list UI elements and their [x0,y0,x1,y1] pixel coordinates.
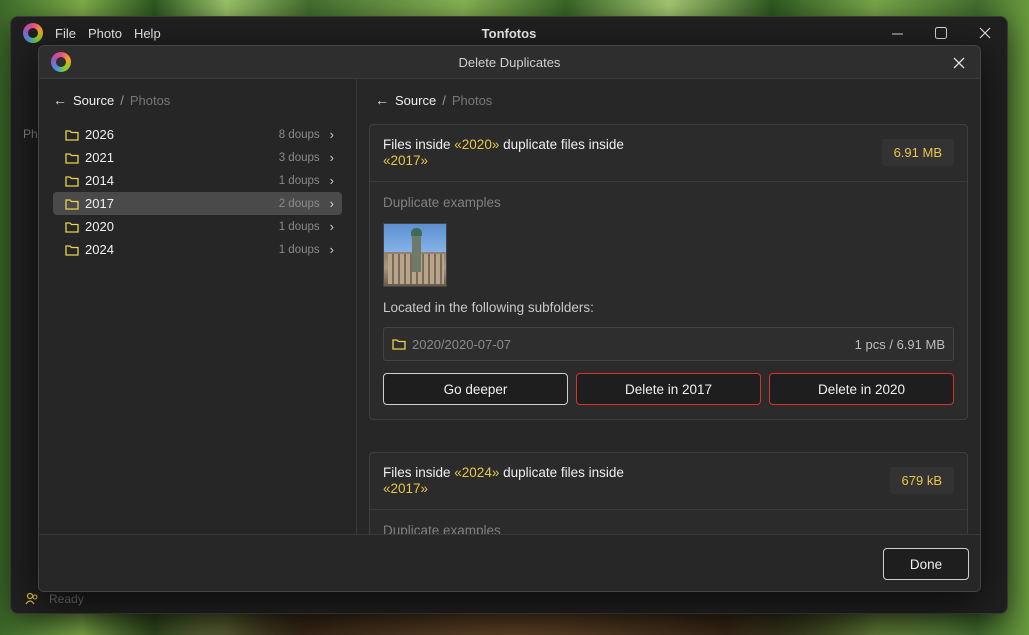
card-title-middle: duplicate files inside [499,137,624,152]
minimize-icon [891,33,903,34]
breadcrumb-separator: / [442,92,446,108]
folder-icon [65,244,79,256]
close-icon [979,27,991,39]
dialog-title: Delete Duplicates [458,54,561,70]
folder-count: 2 doups [278,197,320,210]
breadcrumb-source[interactable]: Source [395,93,436,108]
folder-count: 3 doups [278,151,320,164]
breadcrumb-source[interactable]: Source [73,93,114,108]
divider [370,509,967,510]
card-source-folder: «2020» [454,137,500,152]
delete-in-2017-button[interactable]: Delete in 2017 [576,373,761,405]
card-title-prefix: Files inside [383,137,455,152]
folder-row-2024[interactable]: 2024 1 doups › [53,238,342,261]
menu-photo[interactable]: Photo [88,26,122,41]
chevron-right-icon: › [329,150,334,165]
folder-count: 8 doups [278,128,320,141]
app-logo-icon [23,23,43,43]
back-arrow-icon[interactable]: ← [375,92,389,108]
size-badge: 679 kB [889,467,954,494]
dialog-footer: Done [39,534,980,591]
duplicate-card: Files inside «2020» duplicate files insi… [369,124,968,420]
folder-icon [65,221,79,233]
dialog-body: ← Source / Photos 2026 8 doups › 2021 3 … [39,79,980,534]
folder-row-2020[interactable]: 2020 1 doups › [53,215,342,238]
duplicate-examples-label: Duplicate examples [383,523,501,534]
subfolder-row[interactable]: 2020/2020-07-07 1 pcs / 6.91 MB [383,327,954,361]
folder-row-2014[interactable]: 2014 1 doups › [53,169,342,192]
delete-duplicates-dialog: Delete Duplicates ← Source / Photos 2026… [38,45,981,592]
status-text: Ready [49,592,84,606]
duplicate-examples-label: Duplicate examples [383,195,501,210]
folder-row-2017[interactable]: 2017 2 doups › [53,192,342,215]
duplicate-thumbnail[interactable] [383,223,447,287]
breadcrumb-photos: Photos [451,92,493,108]
card-target-folder: «2017» [383,153,429,168]
chevron-right-icon: › [329,127,334,142]
folder-icon [65,152,79,164]
folder-name: 2026 [85,127,114,142]
duplicate-card: Files inside «2024» duplicate files insi… [369,452,968,534]
folder-pane: ← Source / Photos 2026 8 doups › 2021 3 … [39,79,357,534]
breadcrumb-photos: Photos [129,92,171,108]
folder-count: 1 doups [278,220,320,233]
subfolder-stats: 1 pcs / 6.91 MB [854,336,945,352]
breadcrumb: ← Source / Photos [369,79,968,121]
dialog-close-button[interactable] [948,52,970,74]
folder-icon [65,175,79,187]
folder-list: 2026 8 doups › 2021 3 doups › 2014 1 dou… [53,123,342,261]
folder-row-2026[interactable]: 2026 8 doups › [53,123,342,146]
chevron-right-icon: › [329,219,334,234]
folder-name: 2017 [85,196,114,211]
menu-help[interactable]: Help [134,26,161,41]
divider [370,181,967,182]
card-title: Files inside «2024» duplicate files insi… [383,465,624,497]
menu-bar: File Photo Help [55,26,161,41]
card-source-folder: «2024» [454,465,500,480]
size-badge: 6.91 MB [881,139,954,166]
folder-name: 2024 [85,242,114,257]
duplicates-pane[interactable]: ← Source / Photos Files inside «2020» du… [357,79,980,534]
card-title-prefix: Files inside [383,465,455,480]
breadcrumb-separator: / [120,92,124,108]
sidebar-section-label: Ph [23,127,38,141]
folder-row-2021[interactable]: 2021 3 doups › [53,146,342,169]
subfolder-path: 2020/2020-07-07 [412,336,512,352]
chevron-right-icon: › [329,242,334,257]
card-header: Files inside «2020» duplicate files insi… [383,137,954,169]
go-deeper-button[interactable]: Go deeper [383,373,568,405]
card-target-folder: «2017» [383,481,429,496]
folder-name: 2021 [85,150,114,165]
breadcrumb: ← Source / Photos [53,79,342,121]
app-logo-icon [51,52,71,72]
folder-icon [392,339,406,350]
back-arrow-icon[interactable]: ← [53,92,67,108]
chevron-right-icon: › [329,196,334,211]
chevron-right-icon: › [329,173,334,188]
delete-in-2020-button[interactable]: Delete in 2020 [769,373,954,405]
card-title: Files inside «2020» duplicate files insi… [383,137,624,169]
done-button[interactable]: Done [883,548,969,580]
card-title-middle: duplicate files inside [499,465,624,480]
folder-name: 2014 [85,173,114,188]
dialog-titlebar: Delete Duplicates [39,46,980,79]
menu-file[interactable]: File [55,26,76,41]
folder-icon [65,198,79,210]
card-header: Files inside «2024» duplicate files insi… [383,465,954,497]
people-icon [25,592,38,605]
card-actions: Go deeper Delete in 2017 Delete in 2020 [383,373,954,405]
folder-count: 1 doups [278,174,320,187]
folder-icon [65,129,79,141]
folder-name: 2020 [85,219,114,234]
folder-count: 1 doups [278,243,320,256]
close-icon [953,57,965,69]
subfolders-label: Located in the following subfolders: [383,300,594,315]
maximize-icon [935,27,947,39]
